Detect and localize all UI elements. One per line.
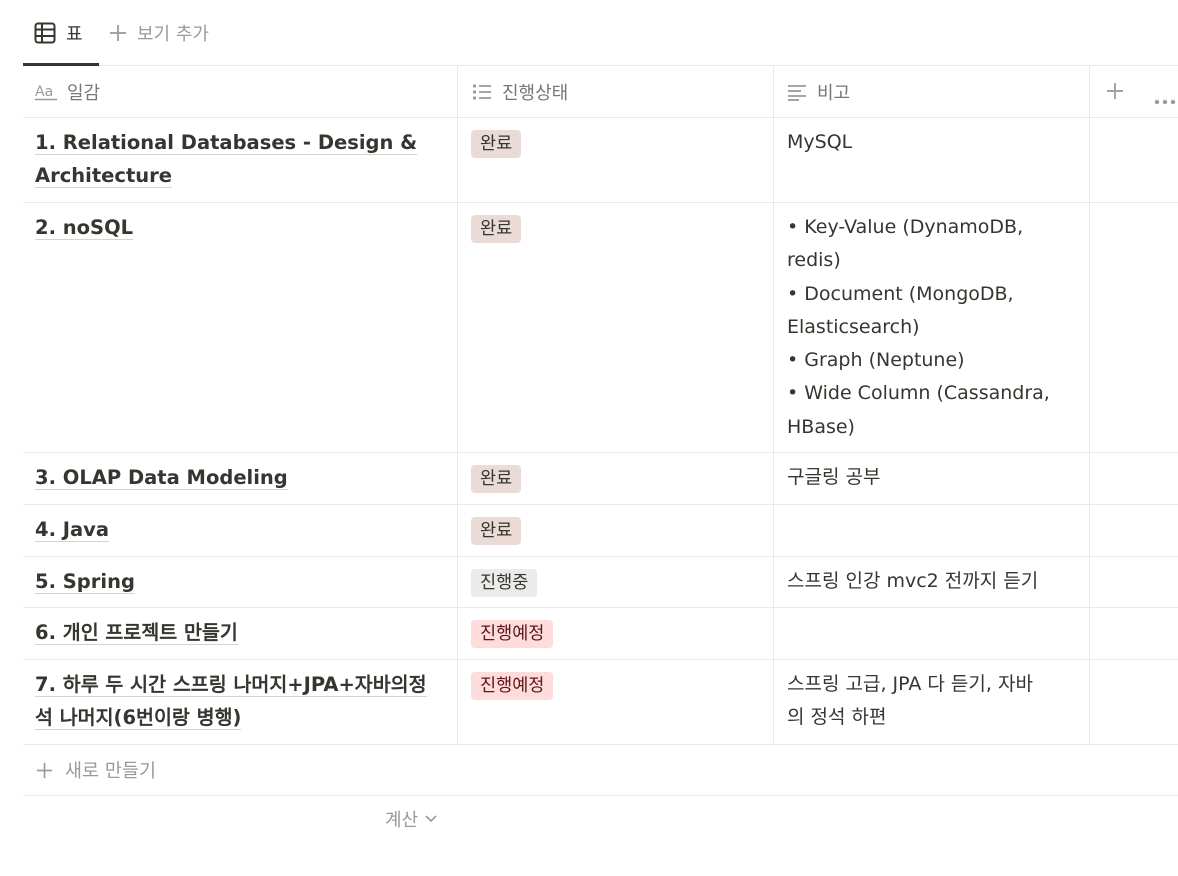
row-note-line: • Document (MongoDB, — [787, 282, 1014, 305]
table-row[interactable]: 6. 개인 프로젝트 만들기 진행예정 — [23, 608, 1178, 660]
row-name-text[interactable]: 2. noSQL — [35, 216, 134, 240]
row-note-line: HBase) — [787, 415, 855, 438]
more-icon[interactable] — [1154, 90, 1176, 109]
calculate-label: 계산 — [385, 810, 419, 831]
add-column-icon[interactable] — [1105, 81, 1125, 105]
row-note-cell[interactable]: MySQL — [787, 118, 1077, 159]
text-property-icon: Aa — [35, 83, 57, 101]
chevron-down-icon — [425, 815, 437, 823]
view-tabs: 표 보기 추가 — [23, 0, 1178, 66]
row-note-line: 의 정석 하편 — [787, 706, 887, 729]
row-note-line: redis) — [787, 249, 841, 272]
column-header-name[interactable]: Aa 일감 — [35, 66, 100, 117]
column-divider — [773, 66, 774, 745]
row-status-cell[interactable]: 진행예정 — [471, 660, 554, 700]
table-row[interactable]: 2. noSQL 완료 • Key-Value (DynamoDB, redis) • … — [23, 203, 1178, 453]
row-note-line: 구글링 공부 — [787, 466, 881, 488]
row-status-cell[interactable]: 완료 — [471, 505, 522, 545]
row-name-text[interactable]: Architecture — [35, 164, 172, 188]
row-name-text[interactable]: 6. 개인 프로젝트 만들기 — [35, 621, 238, 645]
row-name-text[interactable]: 3. OLAP Data Modeling — [35, 466, 288, 490]
tab-table-view[interactable]: 표 — [34, 17, 83, 49]
row-note-line: • Wide Column (Cassandra, — [787, 382, 1050, 405]
column-divider — [1089, 66, 1090, 745]
row-note-line: • Graph (Neptune) — [787, 349, 965, 372]
column-header-status[interactable]: 진행상태 — [472, 66, 568, 117]
svg-text:Aa: Aa — [35, 84, 53, 100]
column-header-name-label: 일감 — [67, 82, 101, 104]
new-row-button[interactable]: 새로 만들기 — [23, 745, 1178, 796]
row-name-cell[interactable]: 5. Spring — [35, 557, 445, 598]
table-header-row: Aa 일감 진행상태 비고 — [23, 66, 1178, 118]
table-row[interactable]: 7. 하루 두 시간 스프링 나머지+JPA+자바의정석 나머지(6번이랑 병행… — [23, 660, 1178, 745]
status-badge: 완료 — [471, 215, 522, 243]
row-name-text[interactable]: 7. 하루 두 시간 스프링 나머지+JPA+자바의정 — [35, 673, 427, 697]
row-name-text[interactable]: 석 나머지(6번이랑 병행) — [35, 706, 242, 730]
table-row[interactable]: 3. OLAP Data Modeling 완료 구글링 공부 — [23, 453, 1178, 505]
row-note-line: 스프링 인강 mvc2 전까지 듣기 — [787, 570, 1039, 592]
row-note-cell[interactable]: 스프링 인강 mvc2 전까지 듣기 — [787, 557, 1077, 598]
row-note-cell[interactable]: • Key-Value (DynamoDB, redis) • Document (… — [787, 203, 1077, 444]
table-row[interactable]: 1. Relational Databases - Design & Archit… — [23, 118, 1178, 203]
row-name-text[interactable]: 4. Java — [35, 518, 110, 542]
column-header-status-label: 진행상태 — [502, 82, 569, 104]
status-badge: 진행중 — [471, 569, 538, 597]
column-divider — [457, 66, 458, 745]
row-name-text[interactable]: 5. Spring — [35, 570, 135, 594]
row-note-line: MySQL — [787, 131, 853, 153]
status-badge: 완료 — [471, 517, 522, 545]
column-header-note[interactable]: 비고 — [787, 66, 850, 117]
status-badge: 완료 — [471, 465, 522, 493]
new-row-label: 새로 만들기 — [65, 761, 156, 782]
table-icon — [34, 22, 56, 44]
row-name-text[interactable]: 1. Relational Databases - Design & — [35, 131, 418, 155]
row-status-cell[interactable]: 진행중 — [471, 557, 538, 597]
plus-icon — [108, 23, 128, 43]
row-note-cell[interactable]: 스프링 고급, JPA 다 듣기, 자바의 정석 하편 — [787, 660, 1077, 735]
column-header-note-label: 비고 — [817, 82, 851, 104]
row-name-cell[interactable]: 7. 하루 두 시간 스프링 나머지+JPA+자바의정석 나머지(6번이랑 병행… — [35, 660, 445, 734]
row-note-line: • Key-Value (DynamoDB, — [787, 216, 1024, 238]
status-badge: 완료 — [471, 130, 522, 158]
row-note-line: 스프링 고급, JPA 다 듣기, 자바 — [787, 673, 1033, 695]
table-row[interactable]: 4. Java 완료 — [23, 505, 1178, 557]
row-name-cell[interactable]: 6. 개인 프로젝트 만들기 — [35, 608, 445, 649]
plus-icon — [35, 761, 54, 780]
tab-table-label: 표 — [66, 24, 83, 45]
add-view-label: 보기 추가 — [137, 24, 209, 45]
row-name-cell[interactable]: 3. OLAP Data Modeling — [35, 453, 445, 494]
status-badge: 진행예정 — [471, 672, 554, 700]
note-property-icon — [787, 83, 807, 101]
status-badge: 진행예정 — [471, 620, 554, 648]
row-note-cell[interactable] — [787, 505, 1077, 513]
table-row[interactable]: 5. Spring 진행중 스프링 인강 mvc2 전까지 듣기 — [23, 557, 1178, 608]
row-note-cell[interactable] — [787, 608, 1077, 616]
row-status-cell[interactable]: 진행예정 — [471, 608, 554, 648]
row-note-line: Elasticsearch) — [787, 315, 920, 338]
row-status-cell[interactable]: 완료 — [471, 118, 522, 158]
calculate-button[interactable]: 계산 — [385, 806, 438, 832]
row-name-cell[interactable]: 4. Java — [35, 505, 445, 546]
row-status-cell[interactable]: 완료 — [471, 203, 522, 243]
add-view-button[interactable]: 보기 추가 — [108, 17, 209, 49]
list-property-icon — [472, 83, 492, 101]
row-status-cell[interactable]: 완료 — [471, 453, 522, 493]
row-name-cell[interactable]: 1. Relational Databases - Design & Archit… — [35, 118, 445, 192]
row-name-cell[interactable]: 2. noSQL — [35, 203, 445, 244]
row-note-cell[interactable]: 구글링 공부 — [787, 453, 1077, 494]
